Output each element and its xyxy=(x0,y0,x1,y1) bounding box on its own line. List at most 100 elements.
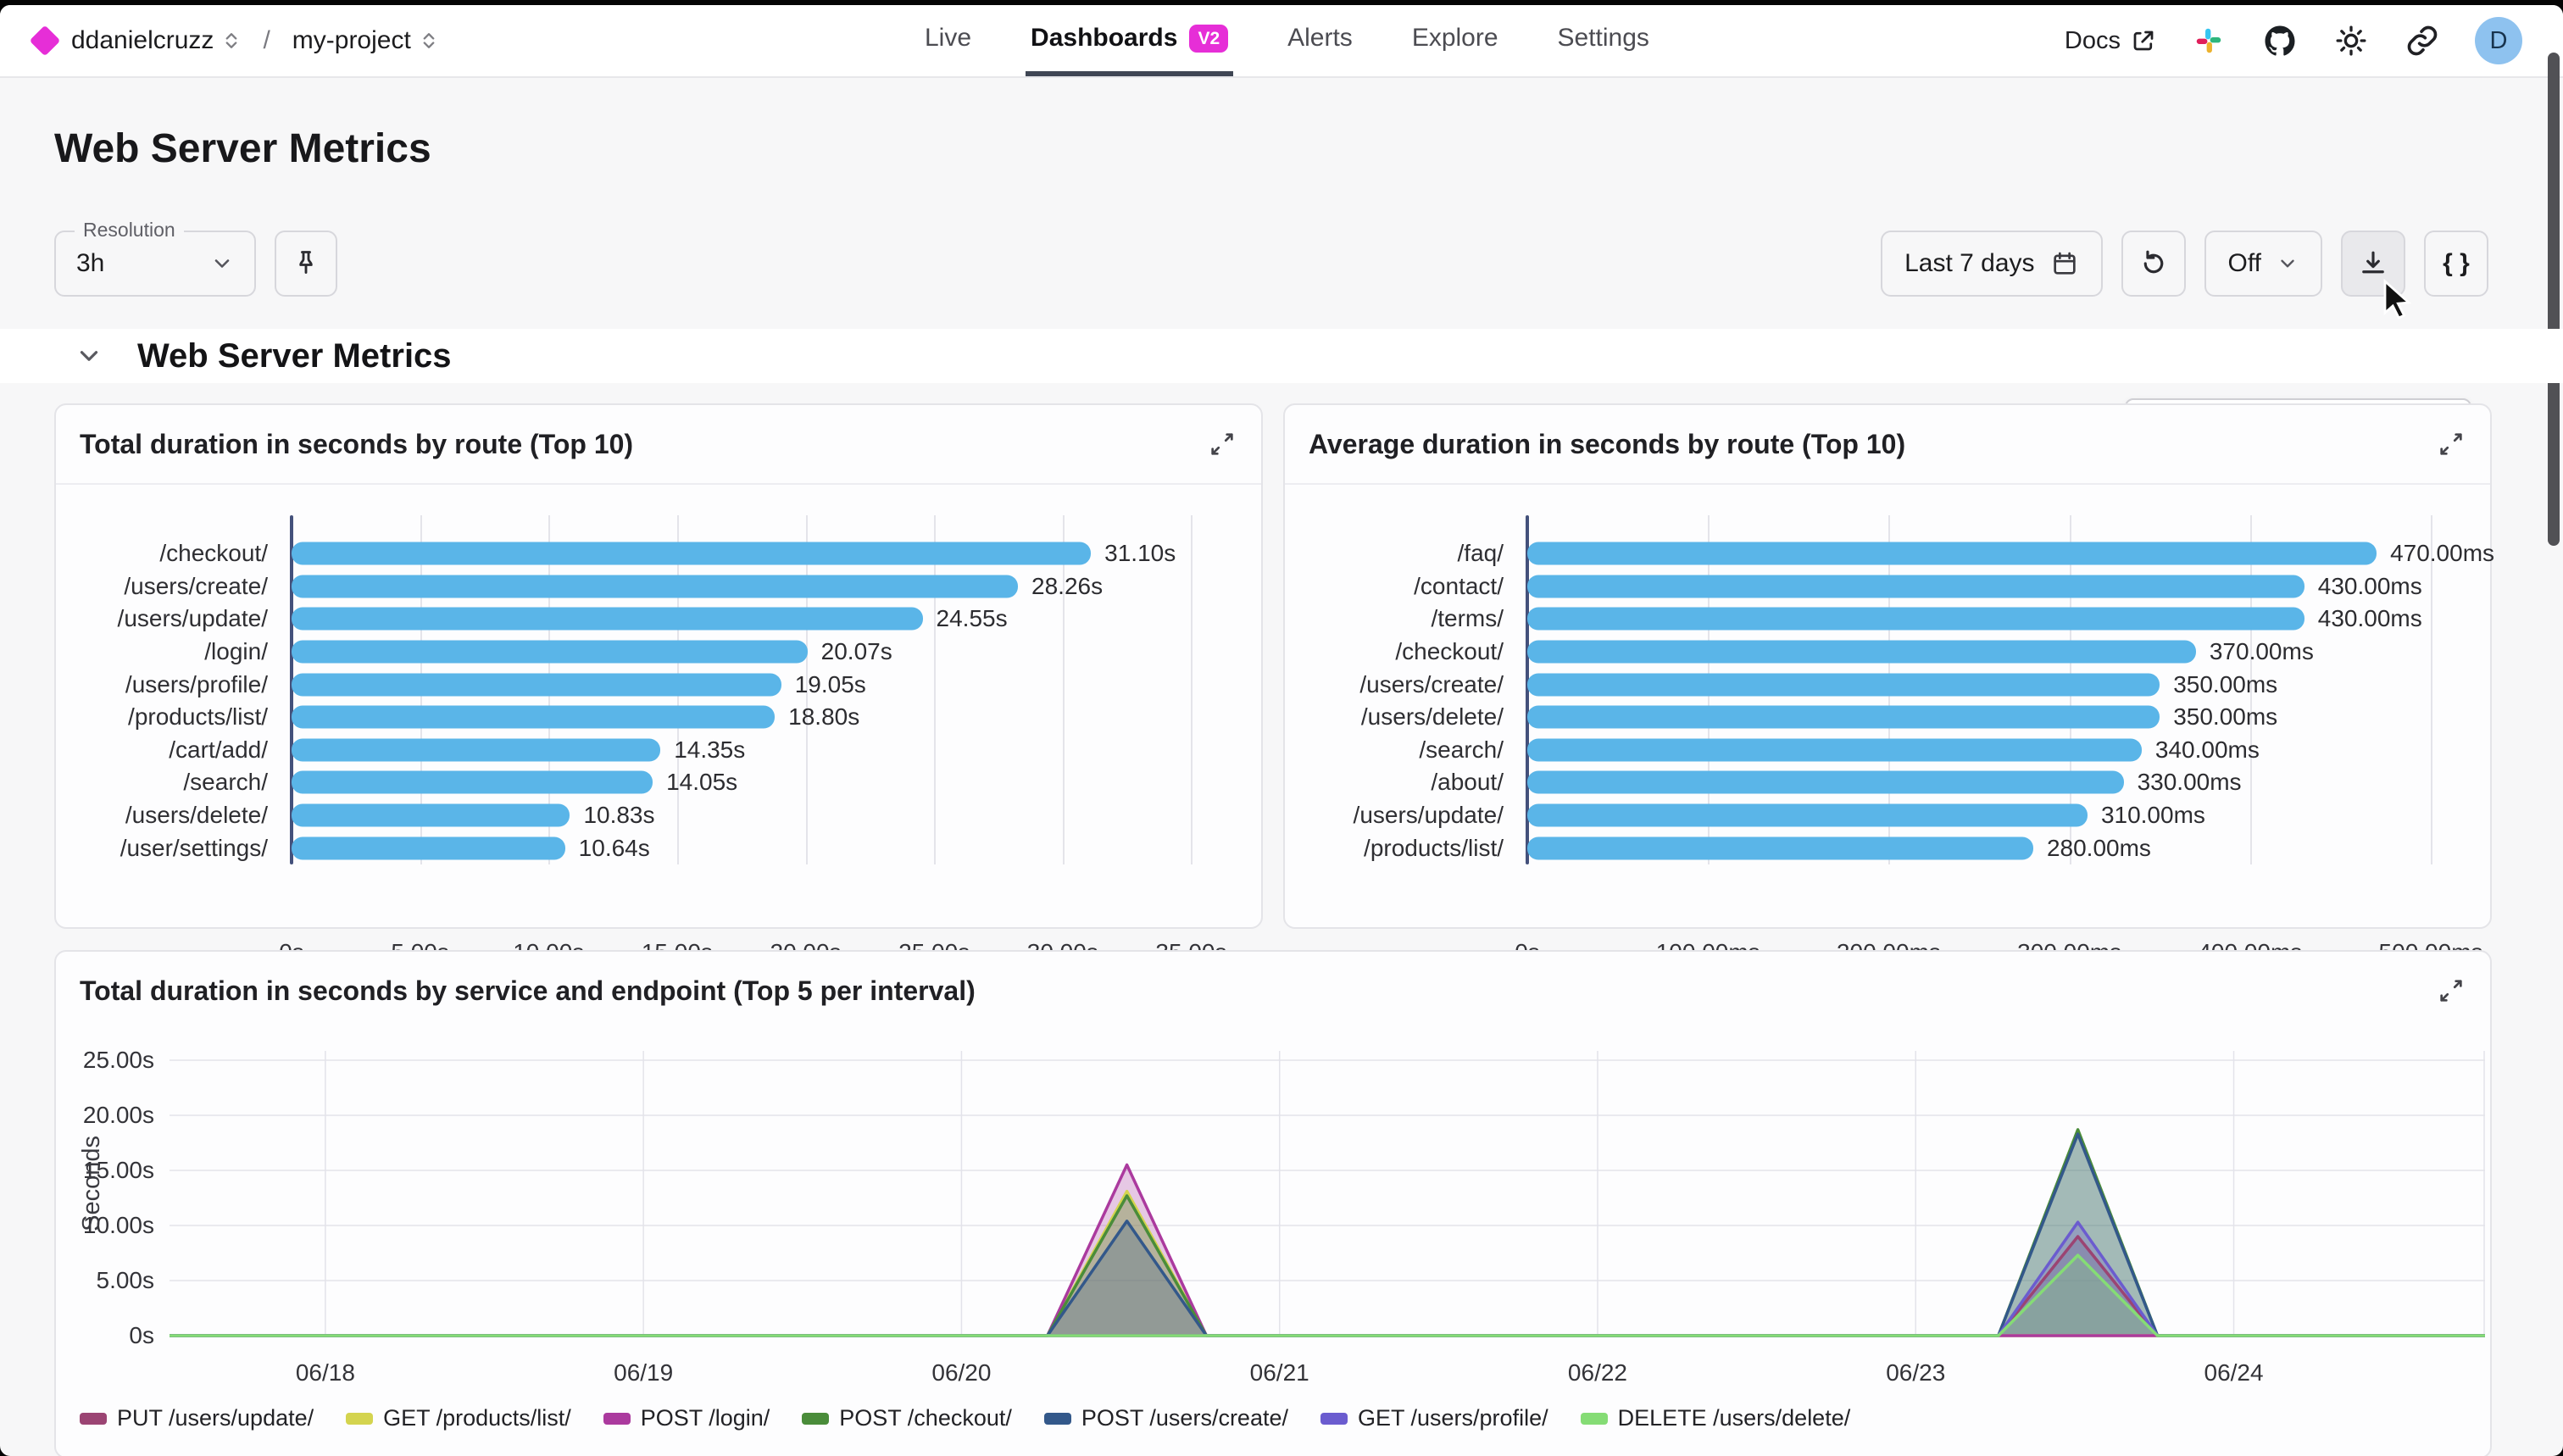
category-label: /about/ xyxy=(1285,769,1527,796)
bar-row: /users/create/350.00ms xyxy=(1285,668,2485,701)
panel-duration-by-service-endpoint: Total duration in seconds by service and… xyxy=(54,950,2492,1456)
legend-item[interactable]: POST /checkout/ xyxy=(802,1405,1012,1431)
bar[interactable] xyxy=(1527,836,2033,859)
expand-panel-button[interactable] xyxy=(2434,427,2468,461)
bar-row: /search/340.00ms xyxy=(1285,734,2485,767)
value-label: 20.07s xyxy=(821,638,892,665)
value-label: 280.00ms xyxy=(2047,835,2151,862)
bar[interactable] xyxy=(1527,771,2124,794)
dashboard-code-button[interactable]: { } xyxy=(2424,231,2488,297)
avatar[interactable]: D xyxy=(2475,17,2522,64)
download-dashboard-button[interactable] xyxy=(2341,231,2405,297)
section-title: Web Server Metrics xyxy=(137,337,452,375)
pin-resolution-button[interactable] xyxy=(275,231,337,297)
theme-toggle-button[interactable] xyxy=(2332,22,2370,59)
area-chart: 0s5.00s10.00s15.00s20.00s25.00s06/1806/1… xyxy=(56,952,2490,1456)
value-label: 430.00ms xyxy=(2318,605,2422,632)
bar[interactable] xyxy=(292,771,653,794)
github-button[interactable] xyxy=(2261,22,2299,59)
legend-swatch-icon xyxy=(346,1413,373,1425)
legend-label: POST /users/create/ xyxy=(1081,1405,1288,1431)
panel-header: Total duration in seconds by route (Top … xyxy=(56,405,1261,485)
legend-swatch-icon xyxy=(1044,1413,1071,1425)
legend-item[interactable]: GET /users/profile/ xyxy=(1320,1405,1548,1431)
bar[interactable] xyxy=(1527,641,2196,664)
legend-item[interactable]: DELETE /users/delete/ xyxy=(1581,1405,1851,1431)
bar-row: /login/20.07s xyxy=(56,636,1235,669)
bar-row: /users/profile/19.05s xyxy=(56,668,1235,701)
bar-row: /products/list/18.80s xyxy=(56,701,1235,734)
category-label: /users/delete/ xyxy=(56,802,292,829)
tab-settings[interactable]: Settings xyxy=(1553,5,1654,76)
category-label: /users/profile/ xyxy=(56,671,292,698)
bar[interactable] xyxy=(1527,804,2088,827)
screen: ddanielcruzz / my-project LiveDashboards… xyxy=(0,0,2563,1456)
project-name: my-project xyxy=(292,26,411,55)
bar-row: /users/update/310.00ms xyxy=(1285,799,2485,832)
collapse-section-button[interactable] xyxy=(75,342,103,370)
legend-label: DELETE /users/delete/ xyxy=(1618,1405,1851,1431)
bar[interactable] xyxy=(1527,673,2160,696)
tab-dashboards[interactable]: DashboardsV2 xyxy=(1026,5,1233,76)
bar-row: /search/14.05s xyxy=(56,766,1235,799)
legend-swatch-icon xyxy=(80,1413,107,1425)
category-label: /checkout/ xyxy=(56,540,292,567)
bar[interactable] xyxy=(292,673,781,696)
chevron-down-icon xyxy=(75,342,103,370)
category-label: /users/update/ xyxy=(1285,802,1527,829)
tab-alerts[interactable]: Alerts xyxy=(1282,5,1358,76)
panel-total-duration-by-route: Total duration in seconds by route (Top … xyxy=(54,403,1263,929)
auto-refresh-select[interactable]: Off xyxy=(2204,231,2322,297)
category-label: /faq/ xyxy=(1285,540,1527,567)
org-switcher[interactable]: ddanielcruzz xyxy=(71,26,241,55)
sort-chevrons-icon xyxy=(420,30,438,52)
y-axis-title: Seconds xyxy=(78,1136,106,1231)
docs-link[interactable]: Docs xyxy=(2065,27,2156,55)
docs-label: Docs xyxy=(2065,27,2121,55)
tab-label: Dashboards xyxy=(1031,24,1177,53)
bar[interactable] xyxy=(292,641,808,664)
slack-button[interactable] xyxy=(2190,22,2227,59)
scrollbar-thumb[interactable] xyxy=(2548,53,2560,546)
chevron-down-icon xyxy=(210,252,234,275)
bar[interactable] xyxy=(292,738,660,761)
time-range-label: Last 7 days xyxy=(1904,249,2034,278)
value-label: 340.00ms xyxy=(2155,736,2260,764)
legend-label: GET /products/list/ xyxy=(383,1405,571,1431)
bar[interactable] xyxy=(292,804,570,827)
project-switcher[interactable]: my-project xyxy=(292,26,438,55)
x-tick-label: 06/23 xyxy=(1886,1359,1945,1387)
value-label: 14.35s xyxy=(674,736,745,764)
sun-icon xyxy=(2334,24,2368,58)
legend-item[interactable]: GET /products/list/ xyxy=(346,1405,571,1431)
y-tick-label: 25.00s xyxy=(61,1047,154,1074)
value-label: 18.80s xyxy=(788,703,859,731)
legend-item[interactable]: POST /users/create/ xyxy=(1044,1405,1288,1431)
bar[interactable] xyxy=(1527,608,2304,631)
expand-panel-button[interactable] xyxy=(1205,427,1239,461)
legend-item[interactable]: PUT /users/update/ xyxy=(80,1405,314,1431)
legend-item[interactable]: POST /login/ xyxy=(603,1405,770,1431)
bar[interactable] xyxy=(292,575,1018,597)
refresh-button[interactable] xyxy=(2121,231,2186,297)
bar[interactable] xyxy=(1527,575,2304,597)
bar[interactable] xyxy=(292,542,1091,565)
y-tick-label: 15.00s xyxy=(61,1157,154,1184)
bar-row: /checkout/31.10s xyxy=(56,537,1235,570)
resolution-select[interactable]: Resolution 3h xyxy=(54,231,256,297)
bar[interactable] xyxy=(292,836,565,859)
bar[interactable] xyxy=(1527,738,2142,761)
app-window: ddanielcruzz / my-project LiveDashboards… xyxy=(0,5,2563,1456)
header-actions: Docs D xyxy=(2065,5,2522,76)
calendar-icon xyxy=(2050,249,2079,278)
bar[interactable] xyxy=(292,706,775,729)
tab-live[interactable]: Live xyxy=(920,5,976,76)
time-range-button[interactable]: Last 7 days xyxy=(1881,231,2102,297)
tab-label: Live xyxy=(925,24,971,53)
share-button[interactable] xyxy=(2404,22,2441,59)
tab-explore[interactable]: Explore xyxy=(1407,5,1504,76)
bar-row: /terms/430.00ms xyxy=(1285,603,2485,636)
bar[interactable] xyxy=(1527,542,2377,565)
bar[interactable] xyxy=(292,608,923,631)
bar[interactable] xyxy=(1527,706,2160,729)
